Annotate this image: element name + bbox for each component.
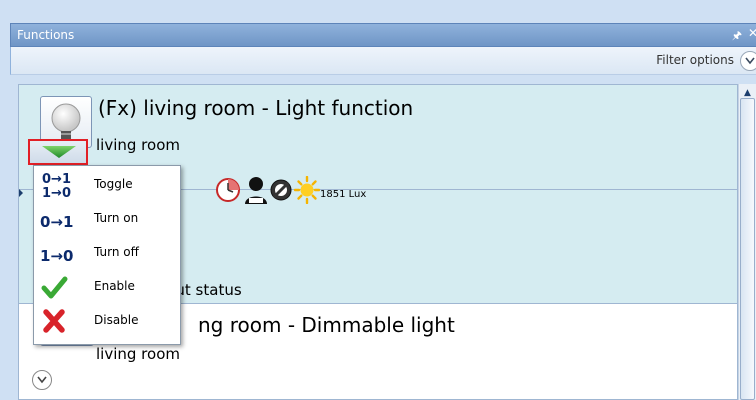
lux-value: 1851 Lux	[320, 189, 367, 200]
menu-item-turn-off[interactable]: 1→0 Turn off	[34, 236, 180, 270]
green-arrow-down-icon	[42, 146, 76, 158]
function-title: (Fx) living room - Light function	[98, 96, 414, 120]
menu-item-label: Turn off	[94, 245, 139, 259]
scroll-up-arrow-icon[interactable]: ▲	[744, 88, 751, 98]
function-title: ng room - Dimmable light	[198, 313, 455, 337]
scrollbar-thumb[interactable]	[740, 98, 755, 400]
person-icon	[245, 177, 267, 204]
disabled-icon	[270, 179, 292, 201]
svg-text:0→1: 0→1	[42, 172, 71, 187]
filter-options-button[interactable]	[740, 51, 756, 71]
chevron-down-icon	[745, 57, 755, 65]
svg-text:1→0: 1→0	[42, 186, 71, 199]
light-menu-button[interactable]	[28, 139, 88, 165]
menu-item-disable[interactable]: Disable	[34, 304, 180, 338]
pin-icon[interactable]: 🖈	[732, 27, 742, 46]
turn-on-code: 0→1	[40, 213, 74, 231]
close-icon[interactable]: ✕	[748, 26, 756, 40]
menu-item-enable[interactable]: Enable	[34, 270, 180, 304]
filter-bar: Filter options	[10, 47, 756, 75]
current-row-marker	[19, 189, 23, 197]
function-room: living room	[96, 136, 180, 154]
menu-item-label: Enable	[94, 279, 135, 293]
menu-item-label: Disable	[94, 313, 139, 327]
menu-item-label: Toggle	[94, 177, 133, 191]
menu-item-label: Turn on	[94, 211, 139, 225]
menu-item-turn-on[interactable]: 0→1 Turn on	[34, 202, 180, 236]
turn-off-code: 1→0	[40, 247, 74, 265]
toggle-icon: 0→1 1→0	[42, 172, 71, 199]
panel-title: Functions	[17, 28, 75, 42]
function-room: living room	[96, 345, 180, 363]
cross-icon	[43, 309, 65, 333]
clock-icon	[216, 178, 240, 202]
expand-button[interactable]	[32, 370, 52, 390]
menu-item-toggle[interactable]: 0→1 1→0 Toggle	[34, 168, 180, 202]
vertical-scrollbar[interactable]: ▲	[738, 84, 756, 400]
functions-panel-title-bar: Functions 🖈 ✕	[10, 23, 756, 47]
check-icon	[41, 276, 68, 299]
sun-icon	[294, 176, 320, 204]
filter-options-label[interactable]: Filter options	[656, 53, 734, 67]
chevron-down-icon	[37, 376, 47, 384]
light-context-menu: 0→1 1→0 Toggle 0→1 Turn on 1→0 Turn off …	[33, 165, 181, 345]
